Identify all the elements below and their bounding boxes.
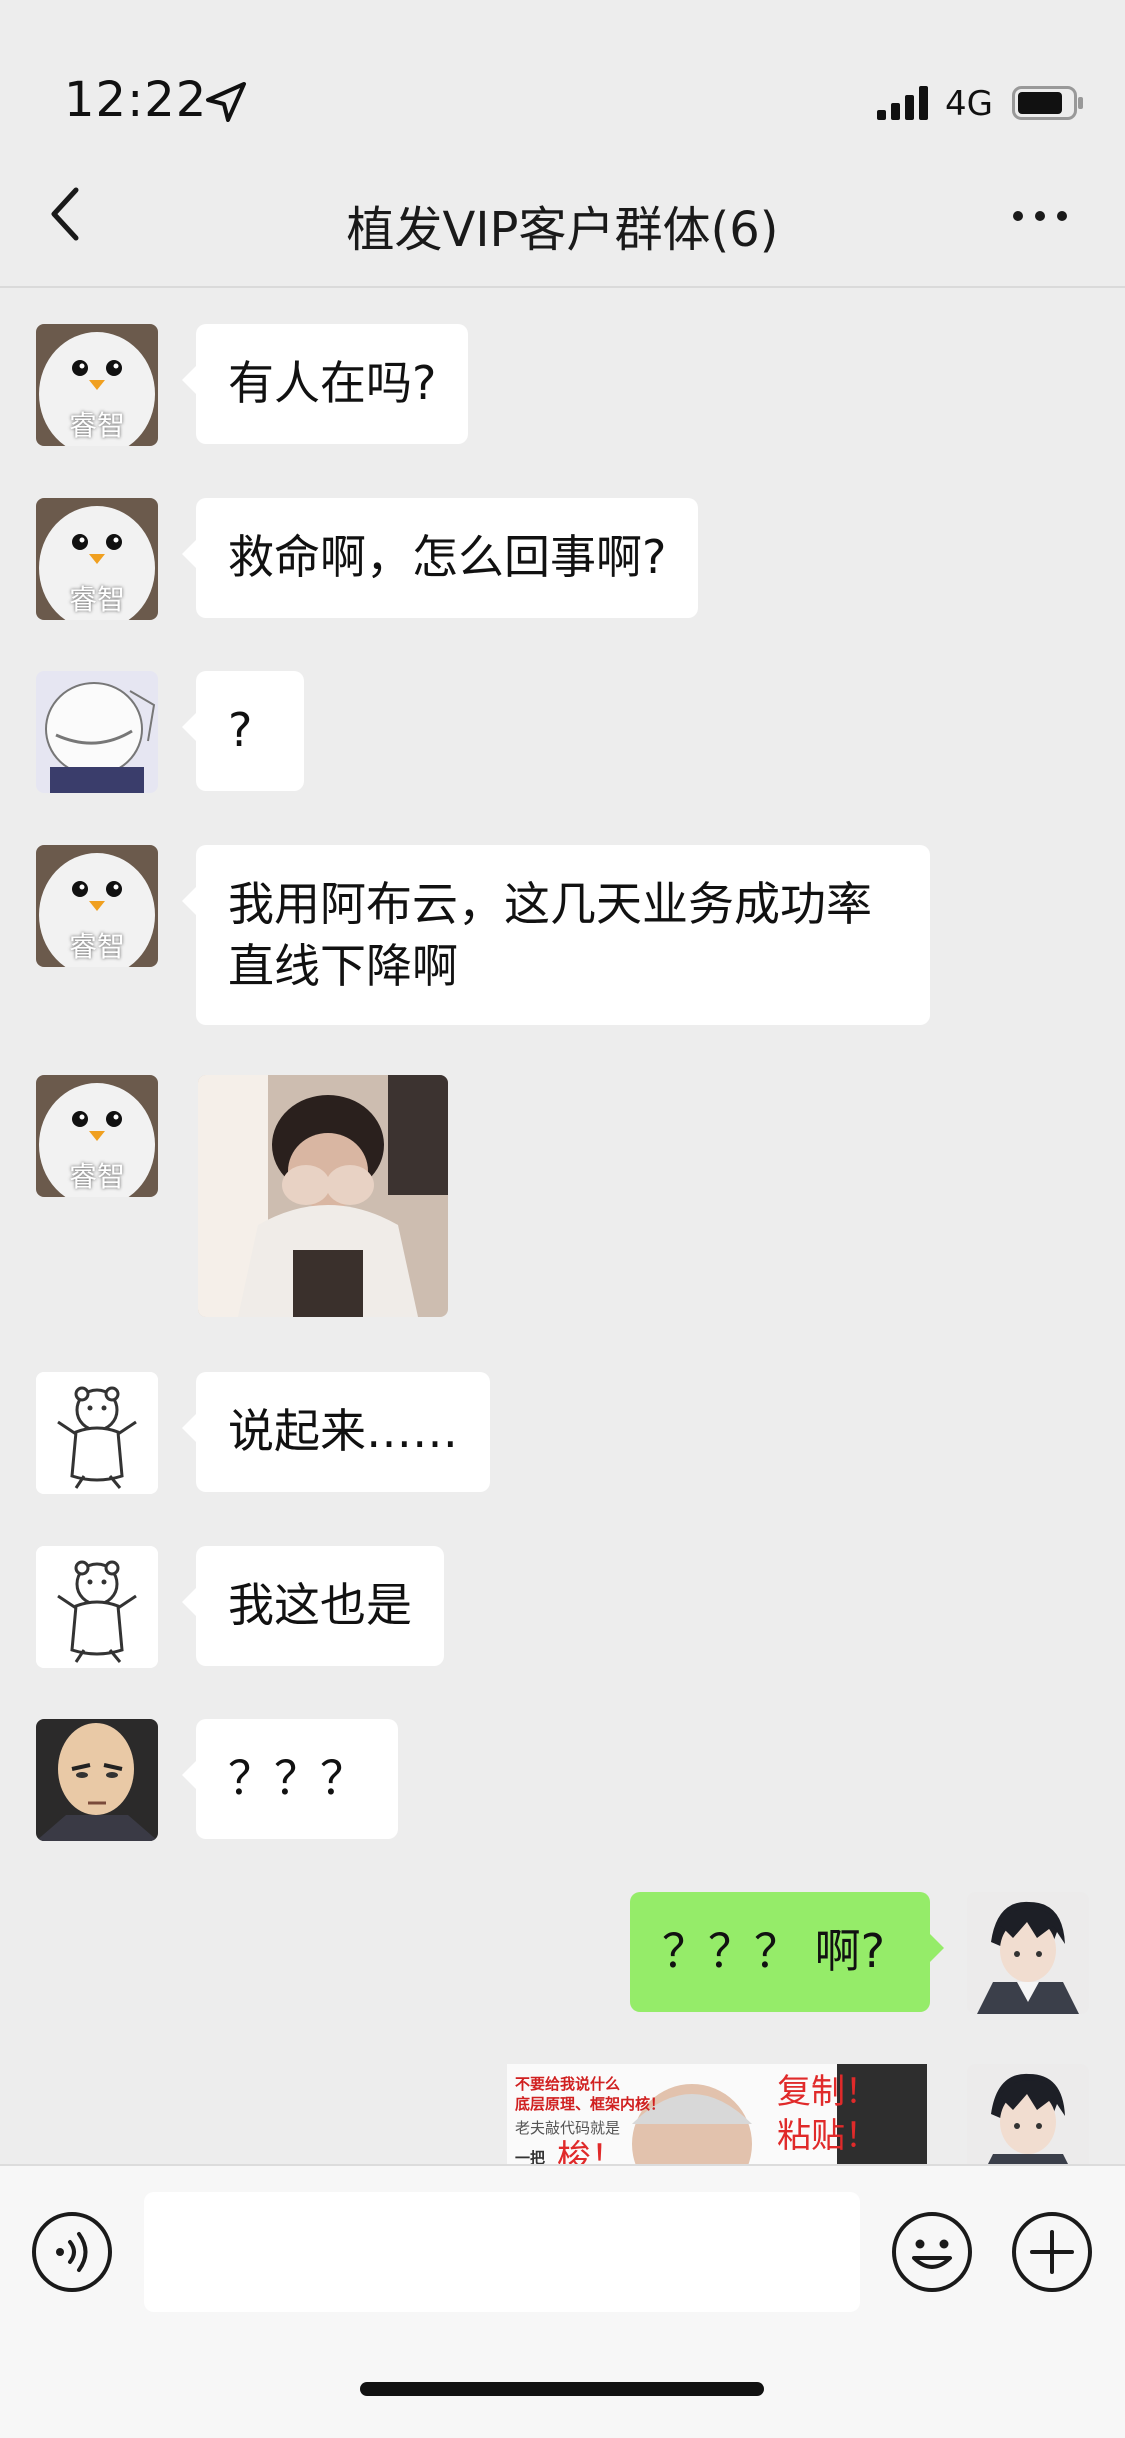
meme-big-paste: 粘贴！ bbox=[777, 2116, 879, 2156]
message-bubble[interactable]: ？？？ bbox=[182, 1719, 398, 1839]
meme-big-copy: 复制！ bbox=[777, 2072, 879, 2112]
avatar-caption: 睿智 bbox=[68, 930, 125, 963]
network-type: 4G bbox=[945, 84, 993, 124]
voice-icon[interactable] bbox=[30, 2210, 114, 2294]
chat-title: 植发VIP客户群体(6) bbox=[346, 202, 779, 258]
message-input[interactable] bbox=[144, 2192, 860, 2312]
signal-icon bbox=[877, 86, 928, 120]
input-bar bbox=[0, 2164, 1125, 2438]
avatar-belly[interactable] bbox=[36, 671, 158, 793]
avatar-penguin[interactable]: 睿智 bbox=[36, 1075, 158, 1197]
meme-line-2: 底层原理、框架内核！ bbox=[515, 2095, 666, 2113]
avatar-caption: 睿智 bbox=[68, 583, 125, 616]
meme-line-1: 不要给我说什么 bbox=[515, 2075, 621, 2093]
meme-line-4: 一把 bbox=[515, 2149, 546, 2164]
chat-message-list[interactable]: 睿智 有人在吗? 睿智 救命啊，怎么回事啊? ? 睿智 我用阿布云，这几天业务成… bbox=[0, 288, 1125, 2164]
avatar-bald-hero[interactable] bbox=[36, 1719, 158, 1841]
plus-icon[interactable] bbox=[1010, 2210, 1094, 2294]
message-bubble[interactable]: 救命啊，怎么回事啊? bbox=[181, 498, 699, 618]
crying-girl-photo[interactable] bbox=[198, 1075, 448, 1317]
location-arrow-icon bbox=[206, 82, 246, 122]
message-bubble[interactable]: 说起来…… bbox=[182, 1372, 490, 1492]
message-bubble[interactable]: 有人在吗? bbox=[181, 324, 469, 444]
avatar-bear[interactable] bbox=[36, 1372, 158, 1494]
avatar-penguin[interactable]: 睿智 bbox=[36, 498, 158, 620]
copy-paste-meme[interactable]: 不要给我说什么 底层原理、框架内核！ 老夫敲代码就是 一把 梭！ 复制！ 粘贴！ bbox=[507, 2064, 927, 2164]
avatar-bear[interactable] bbox=[36, 1546, 158, 1668]
battery-icon bbox=[1012, 86, 1083, 120]
status-bar: 12:22 4G bbox=[0, 0, 1125, 160]
message-bubble[interactable]: 我用阿布云，这几天业务成功率 直线下降啊 bbox=[182, 845, 930, 1025]
more-horizontal-icon[interactable] bbox=[1010, 206, 1070, 226]
avatar-anime-boy[interactable] bbox=[967, 2064, 1089, 2164]
meme-line-5: 梭！ bbox=[557, 2138, 625, 2164]
home-indicator bbox=[360, 2382, 764, 2396]
avatar-anime-boy[interactable] bbox=[967, 1892, 1089, 2014]
status-time: 12:22 bbox=[64, 72, 208, 128]
avatar-caption: 睿智 bbox=[68, 409, 125, 442]
message-bubble-self[interactable]: ？？？ 啊? bbox=[630, 1892, 944, 2012]
meme-line-3: 老夫敲代码就是 bbox=[515, 2119, 621, 2137]
avatar-penguin[interactable]: 睿智 bbox=[36, 845, 158, 967]
message-bubble[interactable]: ? bbox=[182, 671, 304, 791]
avatar-caption: 睿智 bbox=[68, 1160, 125, 1193]
nav-bar: 植发VIP客户群体(6) bbox=[0, 160, 1125, 288]
emoji-icon[interactable] bbox=[890, 2210, 974, 2294]
avatar-penguin[interactable]: 睿智 bbox=[36, 324, 158, 446]
message-bubble[interactable]: 我这也是 bbox=[182, 1546, 444, 1666]
